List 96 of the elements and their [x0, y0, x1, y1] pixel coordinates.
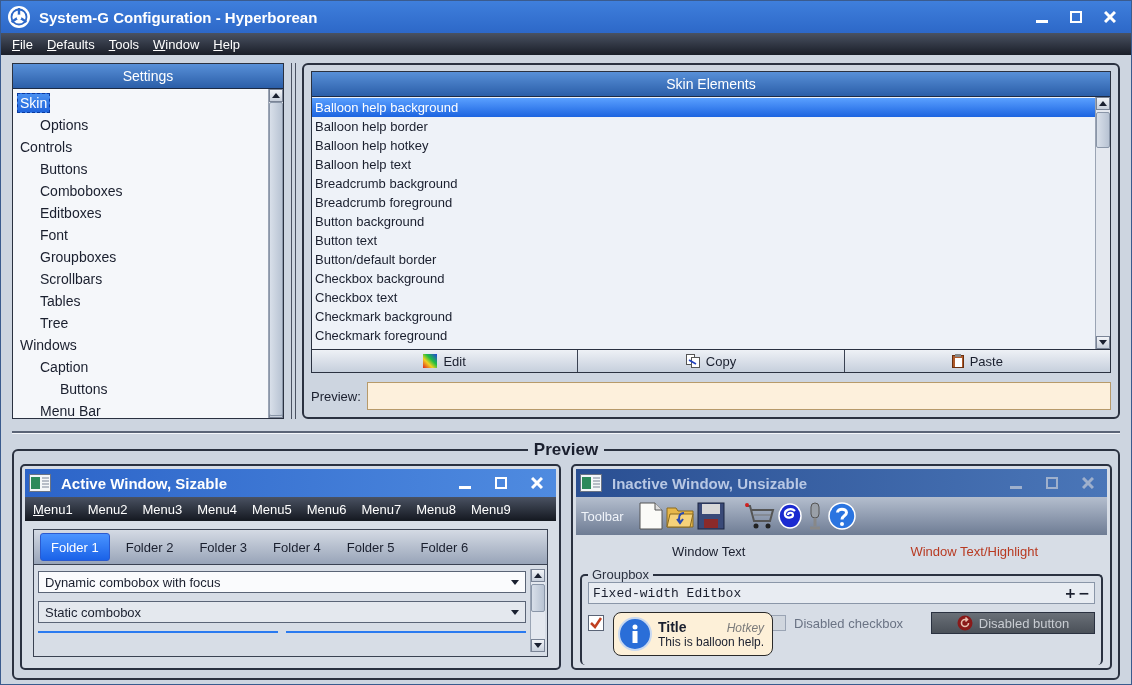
- arrow-up-icon[interactable]: [534, 573, 542, 578]
- arrow-down-icon[interactable]: [511, 579, 519, 585]
- menu-item[interactable]: Tools: [108, 36, 140, 52]
- folder-tab[interactable]: Folder 3: [189, 533, 258, 561]
- menu-item[interactable]: Menu1: [33, 501, 73, 517]
- menu-item[interactable]: Menu7: [361, 501, 402, 517]
- menu-item[interactable]: Help: [213, 36, 241, 52]
- list-item[interactable]: Button/default border: [312, 250, 1095, 269]
- tree-item[interactable]: Buttons: [37, 159, 91, 179]
- window-text: Window Text: [671, 543, 747, 559]
- groupbox-title: Groupbox: [591, 567, 651, 582]
- checkbox-label: Disabled checkbox: [794, 615, 904, 631]
- list-item[interactable]: Balloon help border: [312, 117, 1095, 136]
- menu-item[interactable]: Menu9: [471, 501, 511, 517]
- list-item[interactable]: Breadcrumb foreground: [312, 193, 1095, 212]
- balloon-text: This is balloon help.: [658, 635, 765, 649]
- preview-heading: Preview: [532, 440, 600, 460]
- clipboard-icon: [951, 354, 964, 368]
- shopping-cart-icon[interactable]: [744, 501, 775, 531]
- folder-tab[interactable]: Folder 6: [410, 533, 479, 561]
- info-icon: [618, 617, 652, 651]
- list-item[interactable]: Balloon help text: [312, 155, 1095, 174]
- combobox[interactable]: Dynamic combobox with focus: [38, 571, 526, 593]
- preview-label: Preview:: [311, 388, 361, 404]
- balloon-hotkey: Hotkey: [726, 621, 765, 635]
- panel-header: Settings: [13, 64, 283, 89]
- menu-item[interactable]: Window: [153, 36, 200, 52]
- list-item[interactable]: Button text: [312, 231, 1095, 250]
- toolbar-label: Toolbar: [581, 508, 624, 524]
- copy-button[interactable]: Copy: [578, 350, 845, 372]
- menu-item[interactable]: Defaults: [46, 36, 95, 52]
- arrow-down-icon[interactable]: [1099, 340, 1107, 345]
- tree-item[interactable]: Windows: [17, 335, 80, 355]
- spin-button[interactable]: −: [1078, 585, 1090, 601]
- menu-item[interactable]: Menu4: [197, 501, 237, 517]
- tree-item[interactable]: Skin: [17, 93, 51, 113]
- list-item[interactable]: Breadcrumb background: [312, 174, 1095, 193]
- floppy-disk-icon[interactable]: [696, 501, 725, 531]
- checkbox[interactable]: [588, 615, 604, 631]
- list-item[interactable]: Balloon help background: [312, 98, 1095, 117]
- menu-item[interactable]: Menu8: [416, 501, 456, 517]
- list-item[interactable]: Button background: [312, 212, 1095, 231]
- window-title: Inactive Window, Unsizable: [612, 474, 809, 492]
- tree-item[interactable]: Scrollbars: [37, 269, 106, 289]
- window-title: System-G Configuration - Hyperborean: [39, 8, 319, 26]
- list-item[interactable]: Balloon help hotkey: [312, 136, 1095, 155]
- tree-item[interactable]: Editboxes: [37, 203, 105, 223]
- balloon-title: Title: [658, 619, 687, 635]
- arrow-down-icon[interactable]: [534, 643, 542, 648]
- folder-tab[interactable]: Folder 1: [40, 533, 110, 561]
- tree-item[interactable]: Controls: [17, 137, 76, 157]
- list-item[interactable]: Checkbox text: [312, 288, 1095, 307]
- scrollbar[interactable]: [530, 569, 545, 652]
- tree-item[interactable]: Caption: [37, 357, 92, 377]
- editbox[interactable]: Fixed-width Editbox +−: [588, 582, 1095, 604]
- scroll-thumb[interactable]: [531, 584, 545, 612]
- highlight-text: Window Text/Highlight: [909, 543, 1040, 559]
- paste-button[interactable]: Paste: [844, 350, 1110, 372]
- window-title: Active Window, Sizable: [61, 474, 228, 492]
- edit-button[interactable]: Edit: [312, 350, 579, 372]
- tree-item[interactable]: Tables: [37, 291, 84, 311]
- folder-tab[interactable]: Folder 5: [336, 533, 405, 561]
- refresh-icon: [956, 615, 973, 631]
- tree-item[interactable]: Font: [37, 225, 71, 245]
- spin-button[interactable]: +: [1064, 585, 1077, 601]
- list-item[interactable]: Checkmark background: [312, 307, 1095, 326]
- list-item[interactable]: Checkbox background: [312, 269, 1095, 288]
- tree-item[interactable]: Options: [37, 115, 92, 135]
- app-logo-icon: [7, 5, 31, 29]
- menu-item[interactable]: Menu6: [306, 501, 347, 517]
- list-item[interactable]: Checkmark foreground: [312, 326, 1095, 345]
- combobox[interactable]: Static combobox: [38, 601, 526, 623]
- tree-item[interactable]: Menu Bar: [37, 401, 104, 418]
- tree-item[interactable]: Tree: [37, 313, 72, 333]
- scroll-thumb[interactable]: [1096, 112, 1110, 148]
- window-icon: [29, 474, 51, 492]
- tree-item[interactable]: Comboboxes: [37, 181, 126, 201]
- arrow-up-icon[interactable]: [272, 93, 280, 98]
- swirl-logo-icon[interactable]: [777, 501, 802, 531]
- menu-item[interactable]: File: [12, 36, 33, 52]
- tree-item[interactable]: Buttons: [57, 379, 111, 399]
- color-palette-icon: [423, 354, 438, 368]
- menu-item[interactable]: Menu5: [252, 501, 292, 517]
- arrow-up-icon[interactable]: [1099, 101, 1107, 106]
- folder-tab[interactable]: Folder 2: [115, 533, 184, 561]
- column-header: Skin Elements: [312, 72, 1110, 97]
- menu-item[interactable]: Menu2: [87, 501, 128, 517]
- document-icon[interactable]: [638, 501, 663, 531]
- menu-item[interactable]: Menu3: [142, 501, 183, 517]
- copy-icon: [685, 354, 700, 368]
- help-icon[interactable]: [827, 501, 856, 531]
- scrollbar[interactable]: [1095, 97, 1110, 349]
- folder-tab[interactable]: Folder 4: [263, 533, 331, 561]
- arrow-down-icon[interactable]: [511, 609, 519, 615]
- window-icon: [580, 474, 602, 492]
- tree-item[interactable]: Groupboxes: [37, 247, 120, 267]
